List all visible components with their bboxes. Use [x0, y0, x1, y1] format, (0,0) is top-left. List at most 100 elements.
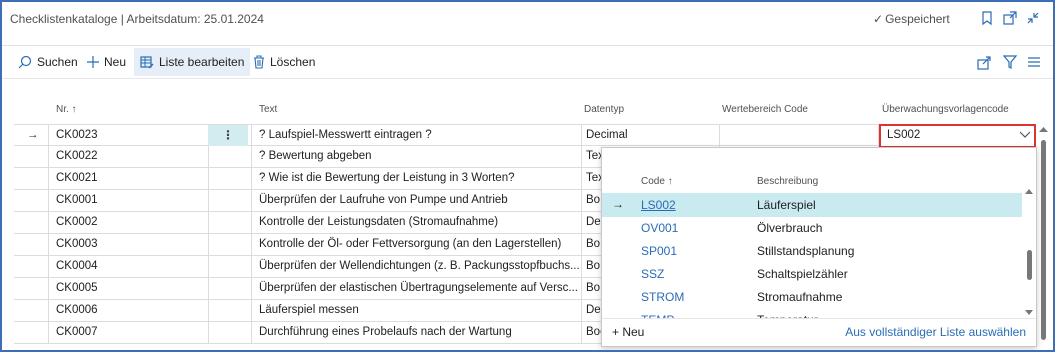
cell-divider	[251, 300, 252, 322]
delete-button[interactable]: Löschen	[253, 48, 315, 76]
cell-divider	[581, 190, 582, 212]
search-icon	[18, 55, 32, 69]
row-indicator-arrow-icon: →	[612, 197, 624, 211]
cell-divider	[251, 256, 252, 278]
lookup-description: Ölverbrauch	[757, 221, 823, 235]
lookup-description: Läuferspiel	[757, 198, 816, 212]
cell-divider	[581, 278, 582, 300]
lookup-header-description[interactable]: Beschreibung	[757, 176, 818, 187]
cell-divider	[581, 168, 582, 190]
lookup-scroll-thumb[interactable]	[1027, 250, 1032, 280]
list-view-icon[interactable]	[1027, 55, 1041, 69]
cell-nr[interactable]: CK0021	[56, 168, 98, 190]
cell-datatype[interactable]: De	[586, 212, 601, 234]
edit-list-icon	[140, 56, 154, 69]
cell-datatype[interactable]: Bo	[586, 278, 600, 300]
lookup-description: Schaltspielzähler	[757, 267, 848, 281]
cell-divider	[48, 146, 49, 168]
scroll-down-icon[interactable]	[1025, 310, 1033, 316]
cell-text[interactable]: Läuferspiel messen	[259, 300, 579, 322]
filter-icon[interactable]	[1003, 55, 1017, 69]
edit-list-label: Liste bearbeiten	[159, 55, 245, 69]
lookup-code[interactable]: LS002	[641, 198, 676, 212]
cell-datatype[interactable]: Bo	[586, 234, 600, 256]
cell-divider	[48, 125, 49, 147]
table-row[interactable]: → CK0023 ⋮ ? Laufspiel-Messwertt eintrag…	[14, 124, 1036, 148]
page-scroll-up-icon[interactable]	[1039, 126, 1048, 132]
cell-divider	[251, 322, 252, 344]
cell-text[interactable]: ? Bewertung abgeben	[259, 146, 579, 168]
lookup-row[interactable]: OV001 Ölverbrauch	[602, 216, 1022, 240]
cell-nr[interactable]: CK0004	[56, 256, 98, 278]
lookup-new-button[interactable]: + Neu	[612, 325, 644, 339]
cell-divider	[48, 212, 49, 234]
cell-datatype[interactable]: De	[586, 300, 601, 322]
column-header-datatype[interactable]: Datentyp	[584, 104, 624, 115]
cell-datatype[interactable]: Bo	[586, 190, 600, 212]
cell-text[interactable]: ? Laufspiel-Messwertt eintragen ?	[259, 125, 432, 147]
collapse-icon[interactable]	[1025, 10, 1041, 26]
lookup-footer: + Neu Aus vollständiger Liste auswählen	[602, 318, 1036, 346]
lookup-description: Stillstandsplanung	[757, 244, 855, 258]
column-header-value-range[interactable]: Wertebereich Code	[722, 104, 808, 115]
row-menu-button[interactable]: ⋮	[208, 125, 248, 146]
cell-nr[interactable]: CK0001	[56, 190, 98, 212]
check-icon: ✓	[873, 12, 884, 26]
cell-datatype[interactable]: Decimal	[586, 125, 628, 147]
chevron-down-icon[interactable]	[1019, 131, 1031, 139]
edit-list-button[interactable]: Liste bearbeiten	[134, 48, 251, 76]
lookup-row[interactable]: STROM Stromaufnahme	[602, 285, 1022, 309]
cell-nr[interactable]: CK0022	[56, 146, 98, 168]
bookmark-icon[interactable]	[979, 10, 995, 26]
cell-text[interactable]: Überprüfen der Laufruhe von Pumpe und An…	[259, 190, 579, 212]
share-icon[interactable]	[977, 55, 992, 70]
column-header-nr[interactable]: Nr. ↑	[56, 104, 77, 115]
lookup-row[interactable]: SSZ Schaltspielzähler	[602, 262, 1022, 286]
cell-nr[interactable]: CK0005	[56, 278, 98, 300]
lookup-code[interactable]: SSZ	[641, 267, 664, 281]
row-indicator-arrow-icon: →	[27, 129, 39, 141]
new-button[interactable]: Neu	[87, 48, 126, 76]
cell-divider	[581, 322, 582, 344]
divider	[2, 78, 1053, 79]
cell-divider	[208, 190, 209, 212]
lookup-row[interactable]: SP001 Stillstandsplanung	[602, 239, 1022, 263]
select-from-full-list-link[interactable]: Aus vollständiger Liste auswählen	[845, 325, 1026, 339]
cell-nr[interactable]: CK0006	[56, 300, 98, 322]
cell-text[interactable]: Kontrolle der Leistungsdaten (Stromaufna…	[259, 212, 579, 234]
new-label: Neu	[104, 55, 127, 69]
cell-text[interactable]: ? Wie ist die Bewertung der Leistung in …	[259, 168, 579, 190]
cell-divider	[719, 125, 720, 147]
lookup-code[interactable]: OV001	[641, 221, 678, 235]
cell-nr[interactable]: CK0002	[56, 212, 98, 234]
lookup-code[interactable]: STROM	[641, 290, 684, 304]
page-scroll-thumb[interactable]	[1041, 140, 1046, 340]
lookup-header-code[interactable]: Code ↑	[641, 176, 673, 187]
cell-divider	[581, 146, 582, 168]
column-header-text[interactable]: Text	[259, 104, 277, 115]
cell-divider	[251, 168, 252, 190]
cell-text[interactable]: Durchführung eines Probelaufs nach der W…	[259, 322, 579, 344]
column-header-template-code[interactable]: Überwachungsvorlagencode	[882, 104, 1009, 115]
cell-text[interactable]: Überprüfen der elastischen Übertragungse…	[259, 278, 579, 300]
cell-datatype[interactable]: Bo	[586, 256, 600, 278]
lookup-code[interactable]: SP001	[641, 244, 677, 258]
cell-nr[interactable]: CK0003	[56, 234, 98, 256]
template-code-input[interactable]: LS002	[879, 124, 1036, 148]
lookup-new-label: Neu	[622, 325, 645, 339]
app-window: Checklistenkataloge | Arbeitsdatum: 25.0…	[0, 0, 1055, 352]
open-new-window-icon[interactable]	[1002, 10, 1018, 26]
search-button[interactable]: Suchen	[18, 48, 78, 76]
cell-nr[interactable]: CK0007	[56, 322, 98, 344]
lookup-row[interactable]: → LS002 Läuferspiel	[602, 193, 1022, 217]
cell-divider	[251, 125, 252, 147]
cell-text[interactable]: Kontrolle der Öl- oder Fettversorgung (a…	[259, 234, 579, 256]
cell-nr[interactable]: CK0023	[56, 125, 98, 147]
cell-text[interactable]: Überprüfen der Wellendichtungen (z. B. P…	[259, 256, 579, 278]
scroll-up-icon[interactable]	[1025, 188, 1033, 194]
divider	[2, 45, 1053, 46]
delete-label: Löschen	[270, 55, 316, 69]
cell-divider	[251, 190, 252, 212]
cell-divider	[48, 300, 49, 322]
lookup-scrollbar[interactable]	[1024, 188, 1034, 316]
